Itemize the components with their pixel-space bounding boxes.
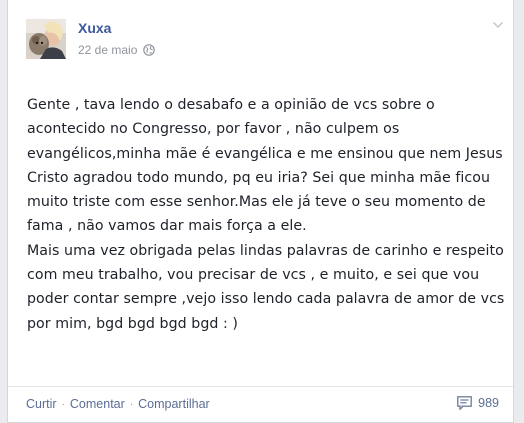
action-separator: · [129, 398, 134, 410]
post-meta: 22 de maio [78, 43, 156, 57]
post-actions: Curtir · Comentar · Compartilhar [26, 397, 210, 411]
avatar[interactable] [26, 19, 66, 59]
comment-count[interactable]: 989 [457, 396, 499, 410]
chevron-down-icon[interactable] [493, 22, 503, 28]
like-link[interactable]: Curtir [26, 397, 57, 411]
post-text: Gente , tava lendo o desabafo e a opiniã… [27, 93, 509, 336]
post-paragraph-2: Mais uma vez obrigada pelas lindas palav… [27, 242, 505, 332]
author-name-link[interactable]: Xuxa [78, 20, 111, 36]
share-link[interactable]: Compartilhar [138, 397, 210, 411]
post-paragraph-1: Gente , tava lendo o desabafo e a opiniã… [27, 97, 503, 235]
post-footer: Curtir · Comentar · Compartilhar 989 [8, 386, 513, 423]
comment-link[interactable]: Comentar [70, 397, 125, 411]
comment-icon [457, 396, 472, 410]
post-date[interactable]: 22 de maio [78, 43, 137, 57]
globe-icon [143, 44, 156, 56]
action-separator: · [61, 398, 65, 410]
comment-count-value: 989 [478, 396, 499, 410]
page: Xuxa 22 de maio Gente , tava lendo o des… [0, 0, 524, 423]
post-card: Xuxa 22 de maio Gente , tava lendo o des… [7, 0, 514, 423]
